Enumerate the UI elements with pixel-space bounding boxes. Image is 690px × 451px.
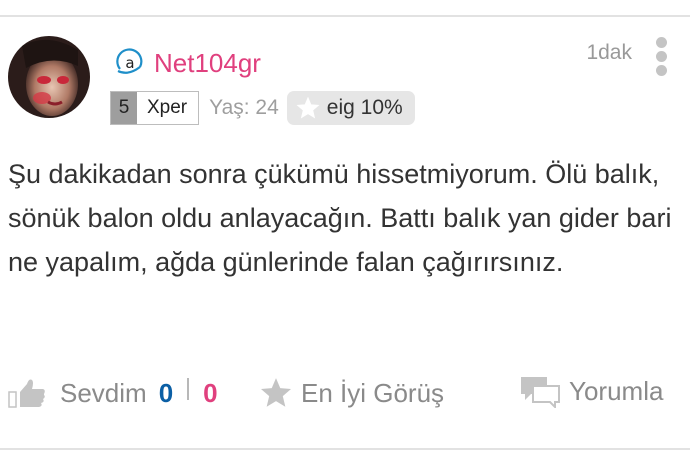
reply-label: Yorumla: [569, 375, 664, 406]
best-opinion-button[interactable]: En İyi Görüş: [259, 374, 444, 412]
dislike-count: 0: [203, 377, 218, 408]
best-opinion-label: En İyi Görüş: [301, 377, 445, 408]
level-title: Xper: [147, 97, 188, 118]
avatar[interactable]: [8, 36, 90, 118]
age-text: Yaş: 24: [209, 96, 279, 119]
level-number: 5: [111, 92, 137, 124]
like-label: Sevdim: [60, 377, 147, 408]
top-divider: [0, 15, 690, 17]
level-badge: 5 Xper: [110, 91, 200, 125]
eig-text: eig 10%: [326, 96, 403, 119]
like-count: 0: [158, 377, 174, 408]
like-button[interactable]: Sevdim 0 0: [8, 374, 218, 412]
post-body: Şu dakikadan sonra çükümü hissetmiyorum.…: [8, 159, 672, 277]
action-bar: Sevdim 0 0 En İyi Görüş Yorumla: [0, 368, 690, 418]
star-icon: [296, 96, 320, 119]
eig-badge: eig 10%: [286, 91, 415, 125]
count-separator: [187, 378, 190, 400]
user-badges: 5 Xper Yaş: 24 eig 10%: [110, 91, 415, 125]
reply-button[interactable]: Yorumla: [519, 372, 663, 410]
bottom-divider: [0, 448, 690, 450]
post-time: 1dak: [586, 41, 632, 64]
username[interactable]: Net104gr: [154, 48, 261, 79]
more-vertical-icon[interactable]: [654, 37, 668, 77]
thumbs-up-icon: [8, 379, 45, 408]
star-icon: [260, 378, 292, 407]
user-row: a Net104gr: [114, 46, 261, 80]
svg-text:a: a: [125, 54, 134, 72]
at-sign-icon: a: [116, 48, 143, 74]
speech-bubbles-icon: [521, 377, 560, 408]
